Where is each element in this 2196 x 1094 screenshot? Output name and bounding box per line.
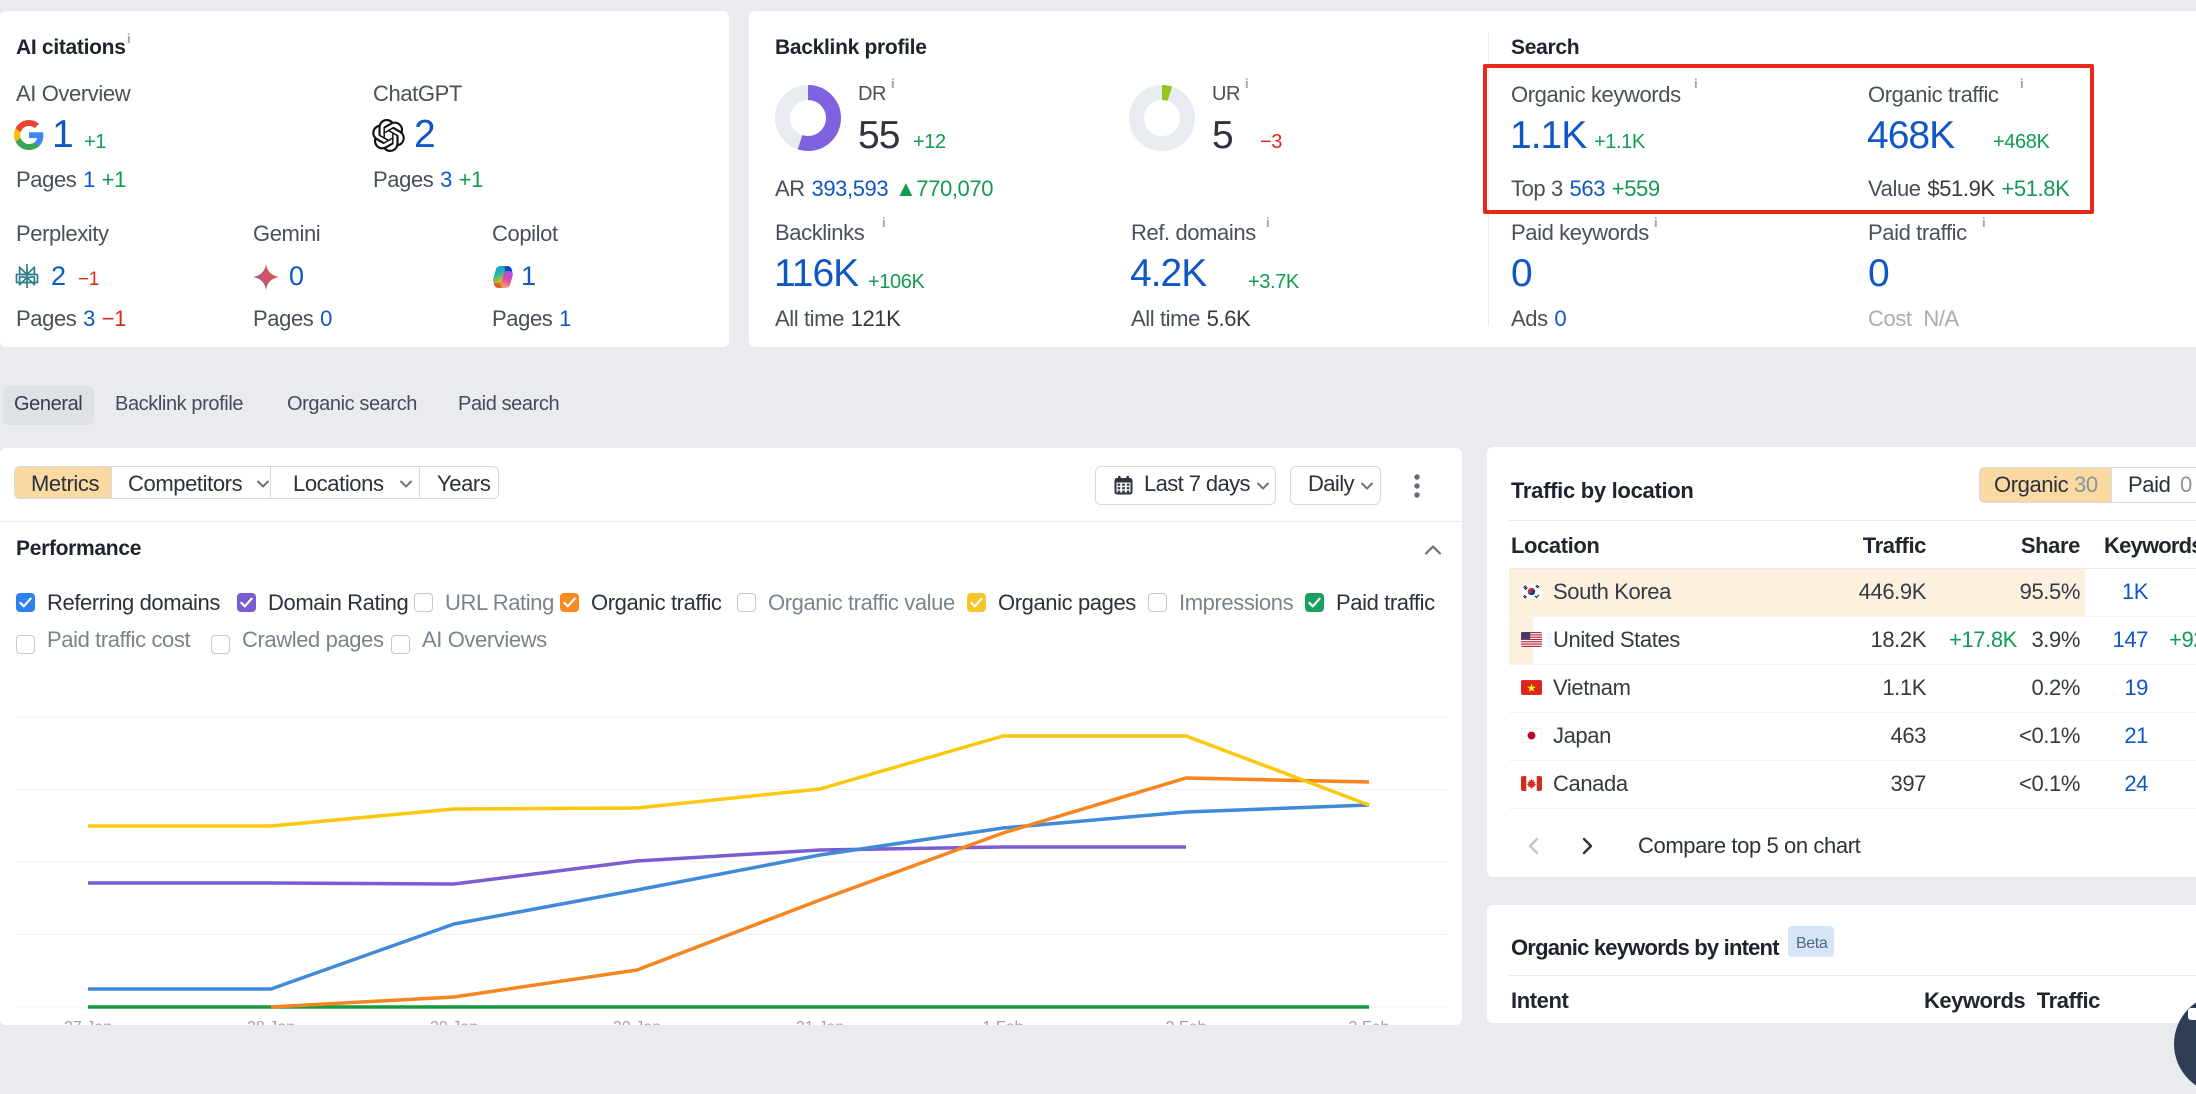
svg-text:1 Feb: 1 Feb — [983, 1019, 1024, 1025]
svg-text:2 Feb: 2 Feb — [1166, 1019, 1207, 1025]
svg-text:29 Jan: 29 Jan — [430, 1019, 478, 1025]
svg-text:30 Jan: 30 Jan — [613, 1019, 661, 1025]
svg-text:31 Jan: 31 Jan — [796, 1019, 844, 1025]
svg-text:3 Feb: 3 Feb — [1349, 1019, 1390, 1025]
svg-text:28 Jan: 28 Jan — [247, 1019, 295, 1025]
svg-text:27 Jan: 27 Jan — [64, 1019, 112, 1025]
